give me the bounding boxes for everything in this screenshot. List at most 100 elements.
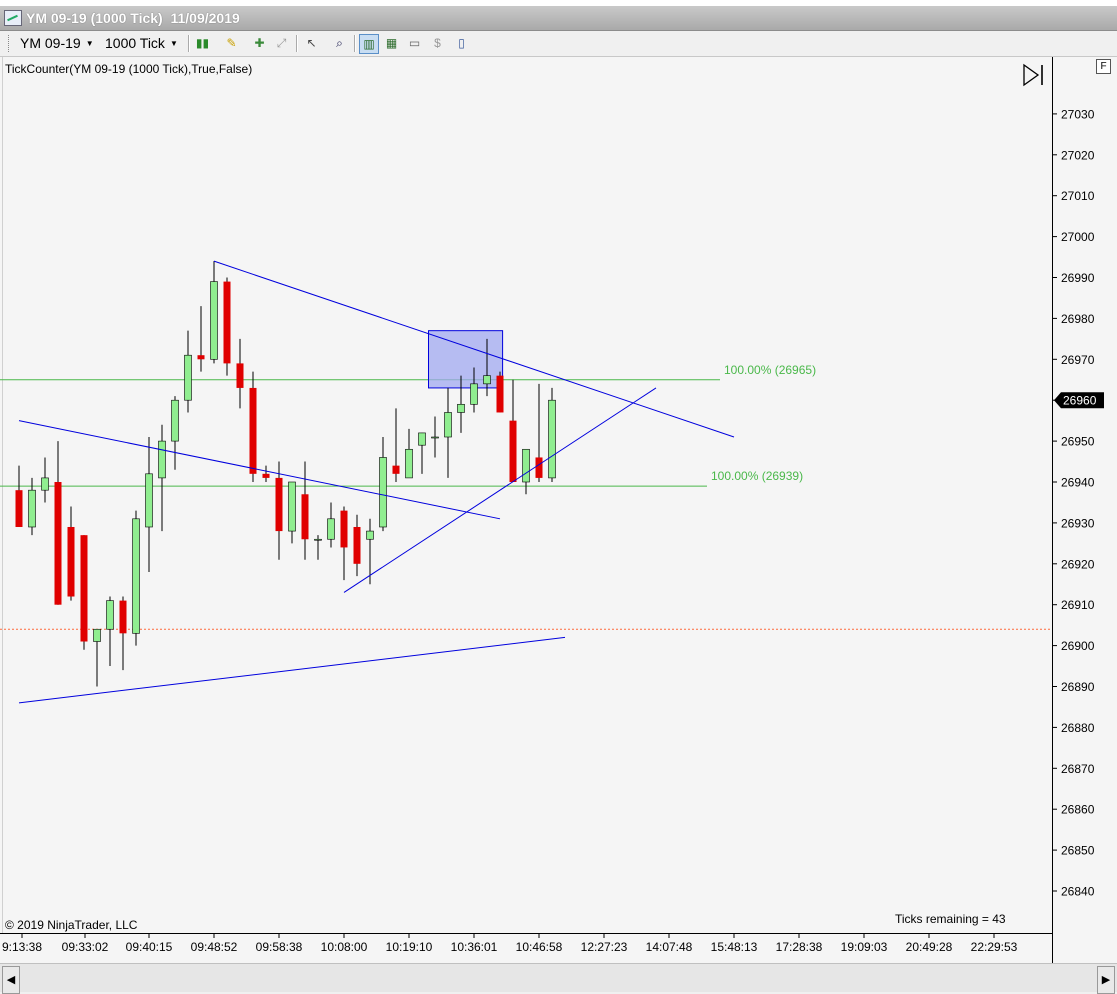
candle-body <box>470 383 478 405</box>
candle-body <box>41 477 49 491</box>
x-tick-label: 10:36:01 <box>451 940 498 954</box>
candle-body <box>535 457 543 478</box>
strategies-icon[interactable]: ▦ <box>382 34 401 53</box>
candle-body <box>171 399 179 442</box>
zoom-out-icon[interactable]: ⤢ <box>272 34 291 53</box>
horizontal-scrollbar[interactable]: ◀ ▶ <box>0 963 1117 994</box>
candle-body <box>522 448 530 483</box>
y-tick-label: 26860 <box>1061 803 1095 817</box>
chart-toolbar: YM 09-19 ▼ 1000 Tick ▼ ▮▮ ✎ ✚ ⤢ ↖ ⌕ ▥ ▦ ▭ … <box>0 31 1117 57</box>
crosshair-icon[interactable]: ✚ <box>250 34 269 53</box>
candle-body <box>28 489 36 528</box>
x-tick-label: 09:33:02 <box>62 940 109 954</box>
candle-body <box>392 465 400 474</box>
candle-body <box>548 399 556 479</box>
candle-body <box>210 281 218 360</box>
y-tick-label: 26890 <box>1061 680 1095 694</box>
candle-body <box>197 355 205 360</box>
pencil-draw-icon[interactable]: ✎ <box>222 34 241 53</box>
y-tick-label: 26840 <box>1061 885 1095 899</box>
candles-group <box>15 261 556 687</box>
candle-body <box>405 448 413 479</box>
candle-body <box>54 482 62 605</box>
candle-body <box>119 600 127 634</box>
x-tick-label: 15:48:13 <box>711 940 758 954</box>
candle-body <box>67 526 75 597</box>
y-tick-label: 26870 <box>1061 762 1095 776</box>
y-tick-label: 26990 <box>1061 271 1095 285</box>
candle-body <box>431 436 439 439</box>
candle-body <box>301 494 309 540</box>
y-tick-label: 26920 <box>1061 557 1095 571</box>
y-tick-label: 26970 <box>1061 353 1095 367</box>
candle-body <box>275 477 283 532</box>
toolbar-separator <box>188 35 190 52</box>
level-label: 100.00% (26939) <box>711 469 803 483</box>
level-label: 100.00% (26965) <box>724 363 816 377</box>
y-tick-label: 26880 <box>1061 721 1095 735</box>
price-chart[interactable]: 26840 26850 26860 26870 26880 26890 26900 26910… <box>0 57 1117 963</box>
candle-body <box>262 473 270 478</box>
x-tick-label: 10:08:00 <box>321 940 368 954</box>
chevron-down-icon: ▼ <box>85 39 94 48</box>
indicators-icon[interactable]: ▥ <box>359 34 379 54</box>
candle-body <box>249 387 257 474</box>
y-tick-label: 27030 <box>1061 107 1095 121</box>
toolbar-separator <box>296 35 298 52</box>
chevron-down-icon: ▼ <box>169 39 178 48</box>
price-marker-icon[interactable]: $ <box>428 34 447 53</box>
x-tick-label: 09:48:52 <box>191 940 238 954</box>
candle-body <box>80 535 88 642</box>
chart-window-icon <box>4 10 22 26</box>
interval-selector[interactable]: 1000 Tick ▼ <box>105 35 178 52</box>
scroll-right-arrow-icon[interactable]: ▶ <box>1097 966 1115 994</box>
candle-body <box>457 403 465 413</box>
scroll-left-arrow-icon[interactable]: ◀ <box>2 966 20 994</box>
window-titlebar[interactable]: YM 09-19 (1000 Tick) 11/09/2019 <box>0 6 1117 31</box>
candle-body <box>223 281 231 364</box>
candle-body <box>496 375 504 413</box>
candle-body <box>444 412 452 438</box>
candle-body <box>327 518 335 540</box>
candle-body <box>483 375 491 385</box>
pointer-icon[interactable]: ↖ <box>302 34 321 53</box>
candle-body <box>418 432 426 446</box>
candle-body <box>340 510 348 548</box>
candle-body <box>93 628 101 642</box>
y-tick-label: 26930 <box>1061 516 1095 530</box>
y-tick-label: 26900 <box>1061 639 1095 653</box>
copyright-text: © 2019 NinjaTrader, LLC <box>5 918 138 932</box>
x-tick-label: 17:28:38 <box>776 940 823 954</box>
trendline <box>18 636 566 704</box>
trendline <box>343 387 657 593</box>
candle-body <box>15 490 23 527</box>
interval-value: 1000 Tick <box>105 35 165 51</box>
x-tick-label: 19:09:03 <box>841 940 888 954</box>
candle-body <box>184 354 192 401</box>
candle-body <box>288 481 296 532</box>
toolbar-grip[interactable] <box>8 35 12 52</box>
chart-panel[interactable]: 26840 26850 26860 26870 26880 26890 26900 26910… <box>0 57 1117 963</box>
y-tick-label: 26910 <box>1061 598 1095 612</box>
bar-type-icon[interactable]: ▮▮ <box>193 34 212 53</box>
y-tick-label: 26850 <box>1061 844 1095 858</box>
highlight-rectangle <box>428 330 504 389</box>
window-title: YM 09-19 (1000 Tick) 11/09/2019 <box>26 10 240 26</box>
y-tick-label: 27010 <box>1061 189 1095 203</box>
x-tick-label: 09:58:38 <box>256 940 303 954</box>
instrument-selector[interactable]: YM 09-19 ▼ <box>20 35 94 52</box>
x-tick-label: 12:27:23 <box>581 940 628 954</box>
f-button[interactable]: F <box>1096 59 1111 74</box>
chart-trader-icon[interactable]: ▭ <box>405 34 424 53</box>
go-to-end-icon <box>1023 63 1040 87</box>
y-tick-label: 26950 <box>1061 435 1095 449</box>
x-tick-label: 09:40:15 <box>126 940 173 954</box>
y-tick-label: 27020 <box>1061 148 1095 162</box>
y-tick-label: 26980 <box>1061 312 1095 326</box>
x-tick-label: 14:07:48 <box>646 940 693 954</box>
x-tick-label: 9:13:38 <box>2 940 42 954</box>
candle-body <box>509 420 517 482</box>
properties-icon[interactable]: ▯ <box>452 34 471 53</box>
x-tick-label: 20:49:28 <box>906 940 953 954</box>
zoom-in-icon[interactable]: ⌕ <box>330 34 349 53</box>
